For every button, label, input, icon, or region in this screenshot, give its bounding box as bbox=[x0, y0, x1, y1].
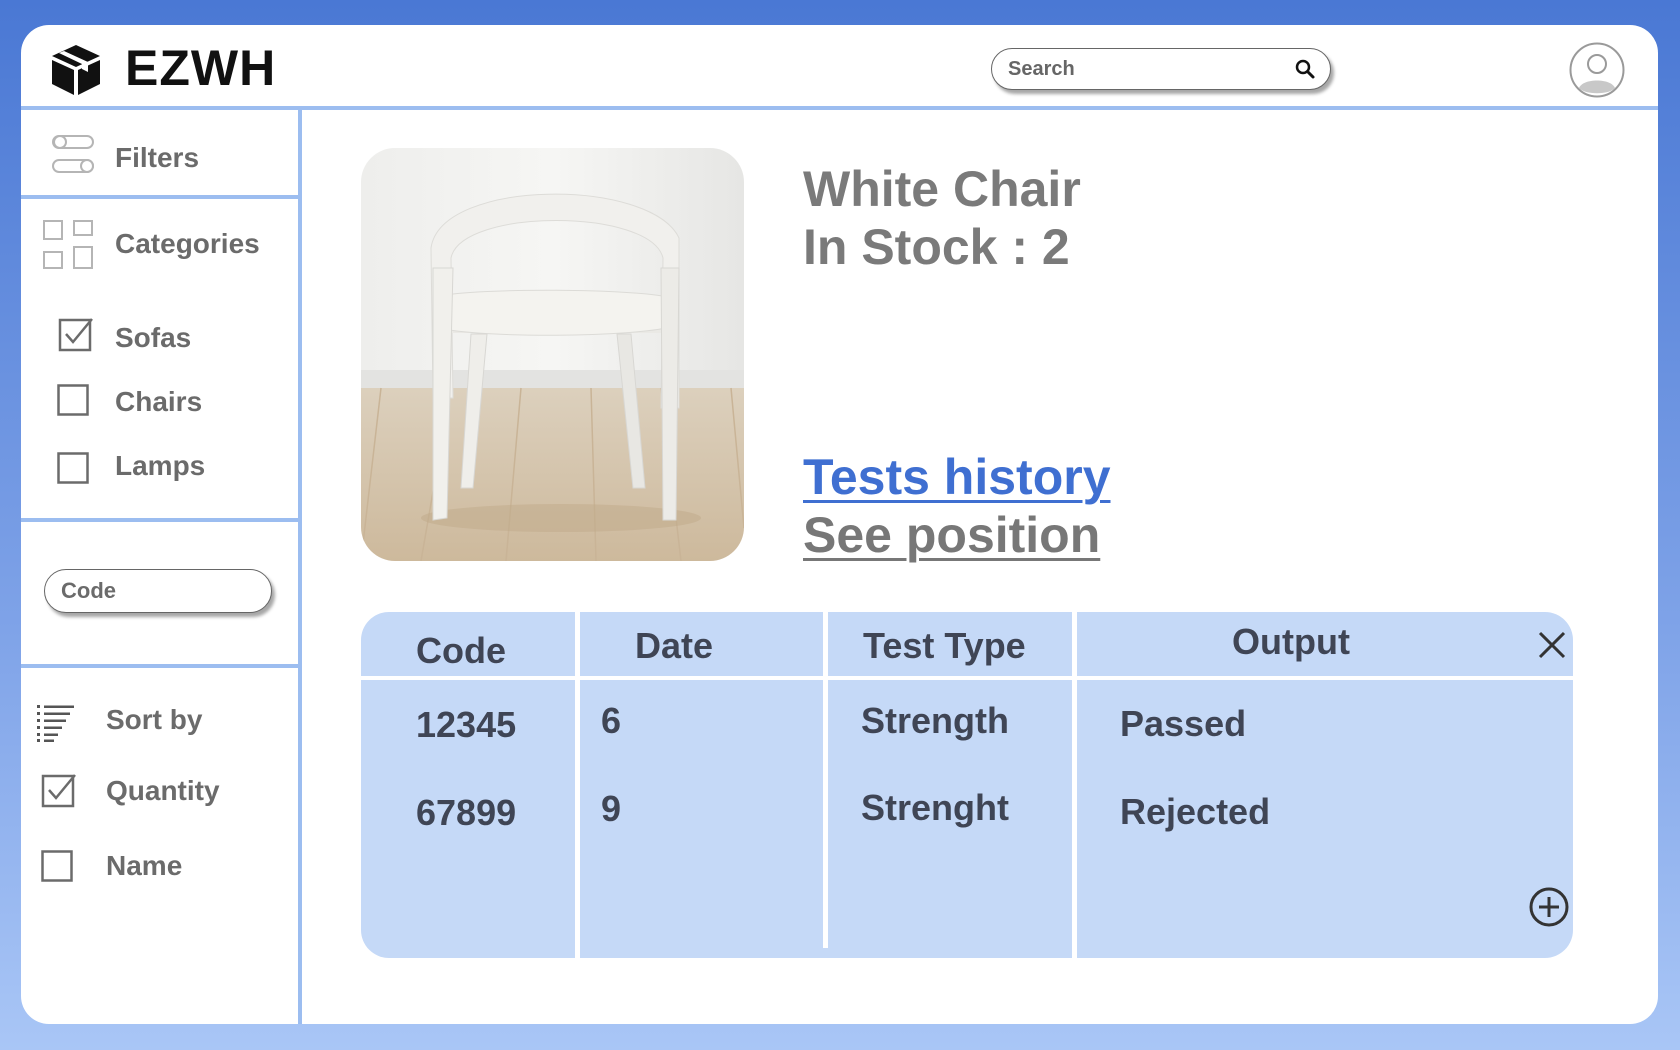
column-header-test-type: Test Type bbox=[863, 625, 1026, 666]
see-position-link[interactable]: See position bbox=[803, 506, 1100, 564]
checkbox-chairs-icon[interactable] bbox=[57, 384, 89, 416]
filters-icon bbox=[52, 135, 94, 173]
category-label-lamps[interactable]: Lamps bbox=[115, 450, 205, 482]
table-cell-code: 12345 bbox=[416, 704, 517, 745]
sidebar-border bbox=[298, 110, 302, 1024]
close-icon[interactable] bbox=[1537, 630, 1567, 660]
product-stock: In Stock : 2 bbox=[803, 219, 1070, 275]
checkbox-sofas-checked-icon[interactable] bbox=[58, 316, 96, 354]
table-cell-date: 6 bbox=[601, 700, 622, 741]
sidebar-divider bbox=[21, 518, 298, 522]
sidebar-divider bbox=[21, 195, 298, 199]
search-bar[interactable] bbox=[991, 48, 1331, 90]
filters-label[interactable]: Filters bbox=[115, 142, 199, 174]
sidebar: Filters Categories Sofas Chairs Lamps Co… bbox=[21, 110, 298, 1024]
app-logo-text: EZWH bbox=[125, 40, 277, 96]
column-divider bbox=[823, 612, 828, 948]
categories-label: Categories bbox=[115, 228, 260, 259]
chair-photo bbox=[361, 148, 744, 561]
category-label-chairs[interactable]: Chairs bbox=[115, 386, 202, 418]
checkbox-lamps-icon[interactable] bbox=[57, 452, 89, 484]
product-name: White Chair bbox=[803, 161, 1081, 217]
sort-lines-icon bbox=[37, 705, 74, 742]
search-input[interactable] bbox=[1008, 57, 1288, 81]
table-cell-test-type: Strength bbox=[861, 700, 1009, 741]
tests-history-link[interactable]: Tests history bbox=[803, 448, 1111, 506]
box-icon bbox=[52, 45, 100, 95]
table-cell-test-type: Strenght bbox=[861, 787, 1009, 828]
sidebar-divider bbox=[21, 664, 298, 668]
table-cell-output: Rejected bbox=[1120, 791, 1271, 832]
app-window: EZWH Filters C bbox=[21, 25, 1658, 1024]
column-header-date: Date bbox=[635, 625, 714, 666]
code-search-box[interactable] bbox=[44, 569, 272, 613]
column-header-output: Output bbox=[1232, 621, 1350, 662]
category-label-sofas[interactable]: Sofas bbox=[115, 322, 191, 354]
categories-grid-icon bbox=[43, 220, 93, 269]
top-bar: EZWH bbox=[21, 25, 1658, 106]
sort-option-quantity[interactable]: Quantity bbox=[106, 775, 220, 807]
user-avatar-icon[interactable] bbox=[1569, 42, 1625, 98]
column-divider bbox=[1072, 612, 1077, 958]
product-image bbox=[361, 148, 744, 561]
column-header-code: Code bbox=[416, 630, 506, 671]
tests-history-table: Code Date Test Type Output 12345 6 Stren… bbox=[361, 612, 1573, 958]
table-cell-date: 9 bbox=[601, 788, 622, 829]
search-icon[interactable] bbox=[1294, 58, 1316, 80]
table-cell-output: Passed bbox=[1120, 703, 1247, 744]
table-cell-code: 67899 bbox=[416, 792, 517, 833]
header-row-divider bbox=[361, 676, 1573, 680]
column-divider bbox=[575, 612, 580, 958]
add-circle-icon[interactable] bbox=[1528, 886, 1570, 928]
sort-option-name[interactable]: Name bbox=[106, 850, 182, 882]
code-input[interactable] bbox=[61, 578, 251, 604]
sort-by-label: Sort by bbox=[106, 704, 203, 735]
checkbox-quantity-checked-icon[interactable] bbox=[41, 772, 79, 810]
checkbox-name-icon[interactable] bbox=[41, 850, 73, 882]
